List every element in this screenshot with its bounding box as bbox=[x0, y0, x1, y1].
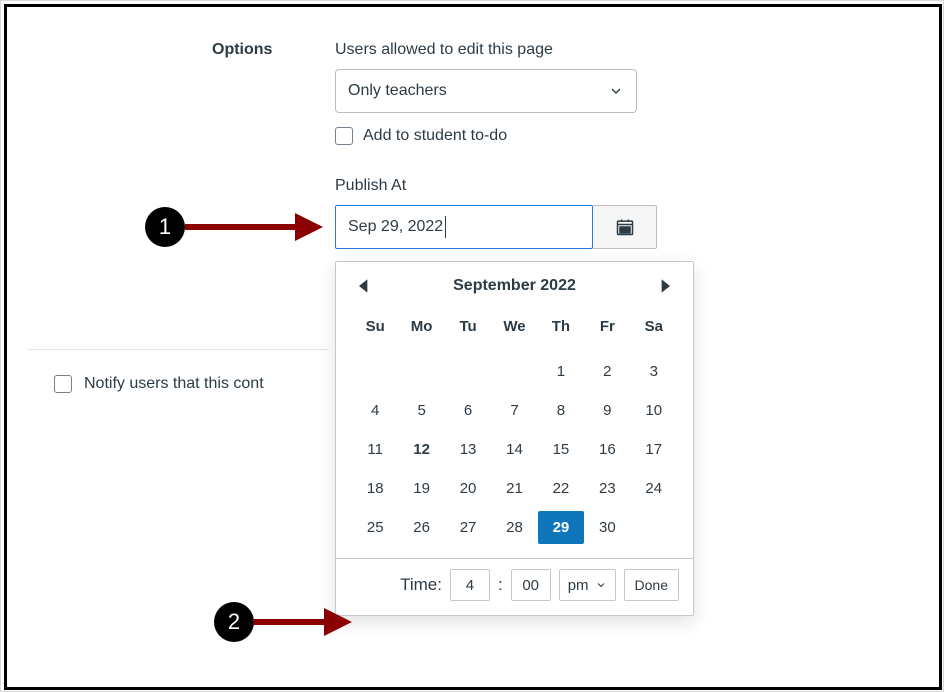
date-picker-day[interactable]: 10 bbox=[631, 394, 677, 427]
date-picker-grid: SuMoTuWeThFrSa12345678910111213141516171… bbox=[336, 306, 693, 558]
date-picker-day[interactable]: 6 bbox=[445, 394, 491, 427]
calendar-icon bbox=[615, 217, 635, 237]
add-to-todo-label: Add to student to-do bbox=[363, 127, 507, 145]
date-picker-empty-cell bbox=[445, 355, 491, 388]
date-picker-month-title: September 2022 bbox=[453, 277, 576, 295]
time-colon: : bbox=[498, 575, 503, 595]
time-label: Time: bbox=[400, 575, 442, 595]
date-picker-dayname: Sa bbox=[631, 310, 677, 349]
date-picker-done-button[interactable]: Done bbox=[624, 569, 679, 601]
date-picker-day[interactable]: 5 bbox=[398, 394, 444, 427]
users-allowed-label: Users allowed to edit this page bbox=[335, 41, 553, 59]
users-allowed-select[interactable]: Only teachers bbox=[335, 69, 637, 113]
date-picker-day[interactable]: 22 bbox=[538, 472, 584, 505]
date-picker-dayname: Tu bbox=[445, 310, 491, 349]
date-picker-dayname: Su bbox=[352, 310, 398, 349]
date-picker-day[interactable]: 23 bbox=[584, 472, 630, 505]
time-hour-input[interactable]: 4 bbox=[450, 569, 490, 601]
date-picker-day[interactable]: 20 bbox=[445, 472, 491, 505]
next-month-button[interactable] bbox=[655, 276, 675, 296]
options-section-label: Options bbox=[212, 41, 272, 59]
divider-line bbox=[27, 349, 329, 350]
publish-at-value: Sep 29, 2022 bbox=[348, 218, 443, 236]
date-picker-day[interactable]: 17 bbox=[631, 433, 677, 466]
date-picker-day[interactable]: 12 bbox=[398, 433, 444, 466]
date-picker-day[interactable]: 29 bbox=[538, 511, 584, 544]
annotation-arrow-head-icon bbox=[324, 608, 352, 636]
date-picker-day[interactable]: 19 bbox=[398, 472, 444, 505]
date-picker-day[interactable]: 9 bbox=[584, 394, 630, 427]
annotation-arrow-shaft bbox=[185, 224, 295, 230]
date-picker-day[interactable]: 24 bbox=[631, 472, 677, 505]
date-picker-day[interactable]: 15 bbox=[538, 433, 584, 466]
date-picker-day[interactable]: 14 bbox=[491, 433, 537, 466]
date-picker-day[interactable]: 28 bbox=[491, 511, 537, 544]
date-picker-dayname: Th bbox=[538, 310, 584, 349]
date-picker-day[interactable]: 30 bbox=[584, 511, 630, 544]
date-picker-day[interactable]: 21 bbox=[491, 472, 537, 505]
date-picker-popup: September 2022 SuMoTuWeThFrSa12345678910… bbox=[335, 261, 694, 616]
text-caret bbox=[445, 216, 446, 238]
annotation-arrow-shaft bbox=[254, 619, 324, 625]
date-picker-dayname: We bbox=[491, 310, 537, 349]
annotation-badge-2: 2 bbox=[214, 602, 254, 642]
date-picker-day[interactable]: 27 bbox=[445, 511, 491, 544]
date-picker-day[interactable]: 8 bbox=[538, 394, 584, 427]
date-picker-day[interactable]: 2 bbox=[584, 355, 630, 388]
date-picker-dayname: Fr bbox=[584, 310, 630, 349]
date-picker-day[interactable]: 7 bbox=[491, 394, 537, 427]
date-picker-empty-cell bbox=[491, 355, 537, 388]
annotation-arrow-head-icon bbox=[295, 213, 323, 241]
date-picker-day[interactable]: 3 bbox=[631, 355, 677, 388]
annotation-1: 1 bbox=[145, 207, 323, 247]
notify-users-checkbox[interactable] bbox=[54, 375, 72, 393]
date-picker-day[interactable]: 1 bbox=[538, 355, 584, 388]
time-ampm-value: pm bbox=[568, 577, 589, 594]
publish-at-input[interactable]: Sep 29, 2022 bbox=[335, 205, 593, 249]
date-picker-day[interactable]: 4 bbox=[352, 394, 398, 427]
date-picker-day[interactable]: 11 bbox=[352, 433, 398, 466]
date-picker-day[interactable]: 18 bbox=[352, 472, 398, 505]
date-picker-dayname: Mo bbox=[398, 310, 444, 349]
date-picker-empty-cell bbox=[352, 355, 398, 388]
time-minute-input[interactable]: 00 bbox=[511, 569, 551, 601]
notify-users-label: Notify users that this cont bbox=[84, 375, 264, 393]
date-picker-empty-cell bbox=[398, 355, 444, 388]
publish-at-calendar-button[interactable] bbox=[593, 205, 657, 249]
add-to-todo-checkbox[interactable] bbox=[335, 127, 353, 145]
annotation-2: 2 bbox=[214, 602, 352, 642]
publish-at-label: Publish At bbox=[335, 177, 406, 195]
date-picker-day[interactable]: 26 bbox=[398, 511, 444, 544]
date-picker-day[interactable]: 16 bbox=[584, 433, 630, 466]
users-allowed-value: Only teachers bbox=[348, 82, 447, 100]
annotation-badge-1: 1 bbox=[145, 207, 185, 247]
prev-month-button[interactable] bbox=[354, 276, 374, 296]
time-ampm-select[interactable]: pm bbox=[559, 569, 616, 601]
chevron-down-icon bbox=[608, 83, 624, 99]
date-picker-day[interactable]: 13 bbox=[445, 433, 491, 466]
date-picker-day[interactable]: 25 bbox=[352, 511, 398, 544]
chevron-down-icon bbox=[595, 579, 607, 591]
